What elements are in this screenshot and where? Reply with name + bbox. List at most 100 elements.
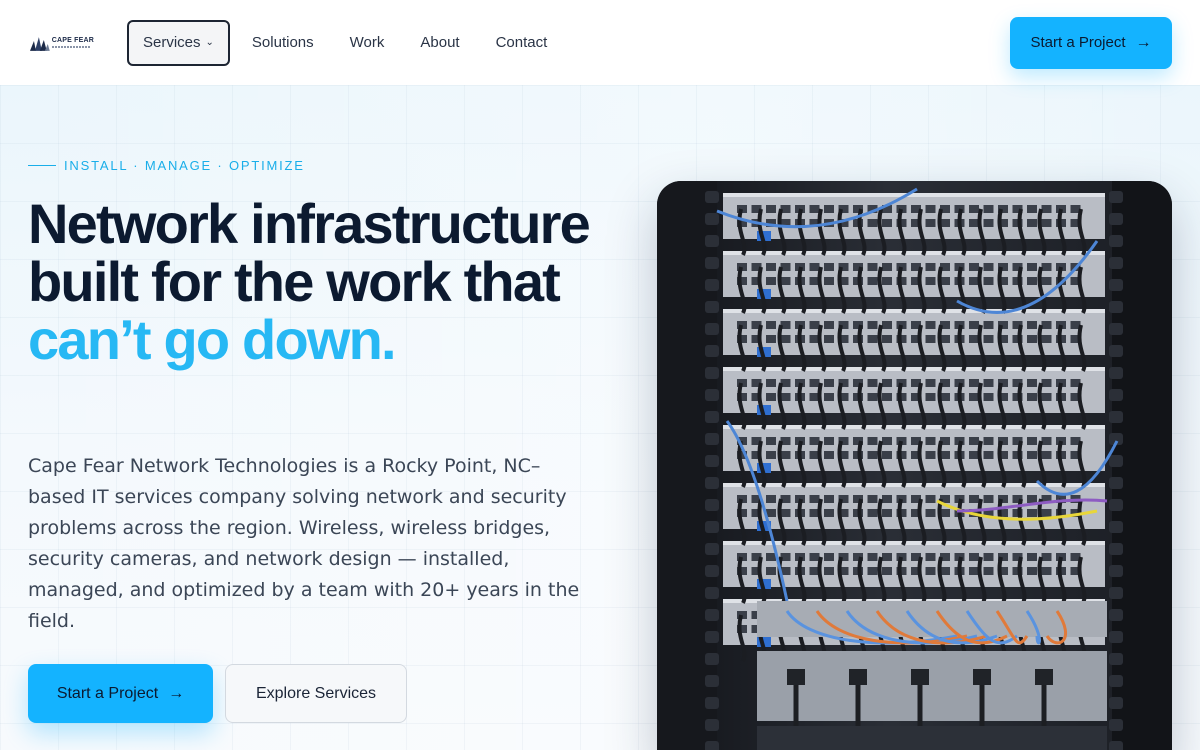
nav-item-solutions[interactable]: Solutions <box>234 20 332 66</box>
rail-slot <box>705 477 719 489</box>
rail-slot <box>705 587 719 599</box>
rail-slot <box>1109 521 1123 533</box>
building-skyline-icon <box>30 36 50 51</box>
switch-port <box>925 567 936 575</box>
switch-port <box>983 451 994 459</box>
switch-edge <box>723 483 1105 487</box>
brand-logo[interactable]: CAPE FEAR <box>30 31 94 55</box>
rail-slot <box>705 257 719 269</box>
switch-port <box>867 379 878 387</box>
rail-slot <box>1109 411 1123 423</box>
switch-port <box>766 205 776 213</box>
nav-item-label: Work <box>349 34 385 51</box>
switch-port <box>824 393 834 401</box>
switch-port <box>824 437 834 445</box>
switch-port <box>1027 509 1037 517</box>
rack-bottom-unit <box>757 726 1107 750</box>
switch-port <box>1027 263 1037 271</box>
switch-edge <box>723 367 1105 371</box>
switch-port <box>1041 451 1052 459</box>
rail-slot <box>1109 675 1123 687</box>
rail-slot <box>1109 631 1123 643</box>
hero-description: Cape Fear Network Technologies is a Rock… <box>28 455 580 632</box>
switch-port <box>1027 321 1037 329</box>
switch-port <box>969 553 979 561</box>
switch-port <box>882 335 892 343</box>
arrow-right-icon: → <box>168 684 185 702</box>
switch-port <box>824 321 834 329</box>
switch-port <box>766 437 776 445</box>
switch-port <box>925 437 936 445</box>
rail-slot <box>1109 235 1123 247</box>
switch-port <box>780 335 791 343</box>
rail-slot <box>1109 213 1123 225</box>
switch-port <box>824 509 834 517</box>
server-rack-photo <box>657 181 1172 750</box>
nav-item-services[interactable]: Services ⌄ <box>127 19 230 66</box>
nav-item-work[interactable]: Work <box>332 20 403 66</box>
switch-port <box>824 277 834 285</box>
switch-port <box>983 335 994 343</box>
switch-port <box>1041 263 1052 271</box>
switch-port <box>882 321 892 329</box>
switch-port <box>1027 277 1037 285</box>
rail-slot <box>705 367 719 379</box>
switch-port <box>925 219 936 227</box>
switch-port <box>983 553 994 561</box>
switch-port <box>780 277 791 285</box>
nav-item-label: About <box>420 34 460 51</box>
switch-port <box>882 219 892 227</box>
switch-port <box>766 277 776 285</box>
switch-port <box>969 205 979 213</box>
power-distribution-unit <box>757 651 1107 721</box>
switch-port <box>766 263 776 271</box>
switch-edge <box>723 425 1105 429</box>
button-label: Start a Project <box>1030 34 1126 51</box>
switch-port <box>1027 335 1037 343</box>
switch-port <box>925 263 936 271</box>
switch-port <box>1027 219 1037 227</box>
rail-slot <box>1109 565 1123 577</box>
rail-slot <box>705 345 719 357</box>
rail-slot <box>1109 191 1123 203</box>
switch-port <box>1041 321 1052 329</box>
switch-port <box>969 263 979 271</box>
switch-port <box>925 393 936 401</box>
switch-port <box>824 205 834 213</box>
start-project-button[interactable]: Start a Project → <box>28 664 213 723</box>
rail-slot <box>1109 477 1123 489</box>
switch-port <box>969 379 979 387</box>
switch-port <box>983 321 994 329</box>
rail-slot <box>1109 279 1123 291</box>
explore-services-button[interactable]: Explore Services <box>225 664 407 723</box>
rail-slot <box>705 191 719 203</box>
rail-slot <box>1109 741 1123 750</box>
nav-item-contact[interactable]: Contact <box>478 20 566 66</box>
switch-port <box>1041 335 1052 343</box>
hero-headline: Network infrastructure built for the wor… <box>28 195 648 369</box>
switch-port <box>983 567 994 575</box>
power-outlet <box>1035 669 1053 685</box>
switch-port <box>1027 451 1037 459</box>
switch-port <box>882 553 892 561</box>
nav-item-about[interactable]: About <box>402 20 477 66</box>
headline-text: Network infrastructure built for the wor… <box>28 192 591 313</box>
switch-port <box>824 553 834 561</box>
switch-port <box>809 495 820 503</box>
switch-port <box>983 205 994 213</box>
switch-port <box>882 379 892 387</box>
switch-port <box>882 263 892 271</box>
header-start-project-button[interactable]: Start a Project → <box>1010 16 1172 69</box>
rail-slot <box>705 411 719 423</box>
switch-port <box>1041 219 1052 227</box>
switch-port <box>1041 393 1052 401</box>
switch-port <box>867 509 878 517</box>
switch-port <box>882 509 892 517</box>
switch-port <box>983 495 994 503</box>
switch-port <box>969 495 979 503</box>
main-nav: Services ⌄ Solutions Work About Contact <box>127 19 566 66</box>
rail-slot <box>1109 499 1123 511</box>
switch-port <box>780 451 791 459</box>
switch-port <box>824 451 834 459</box>
rail-slot <box>705 301 719 313</box>
